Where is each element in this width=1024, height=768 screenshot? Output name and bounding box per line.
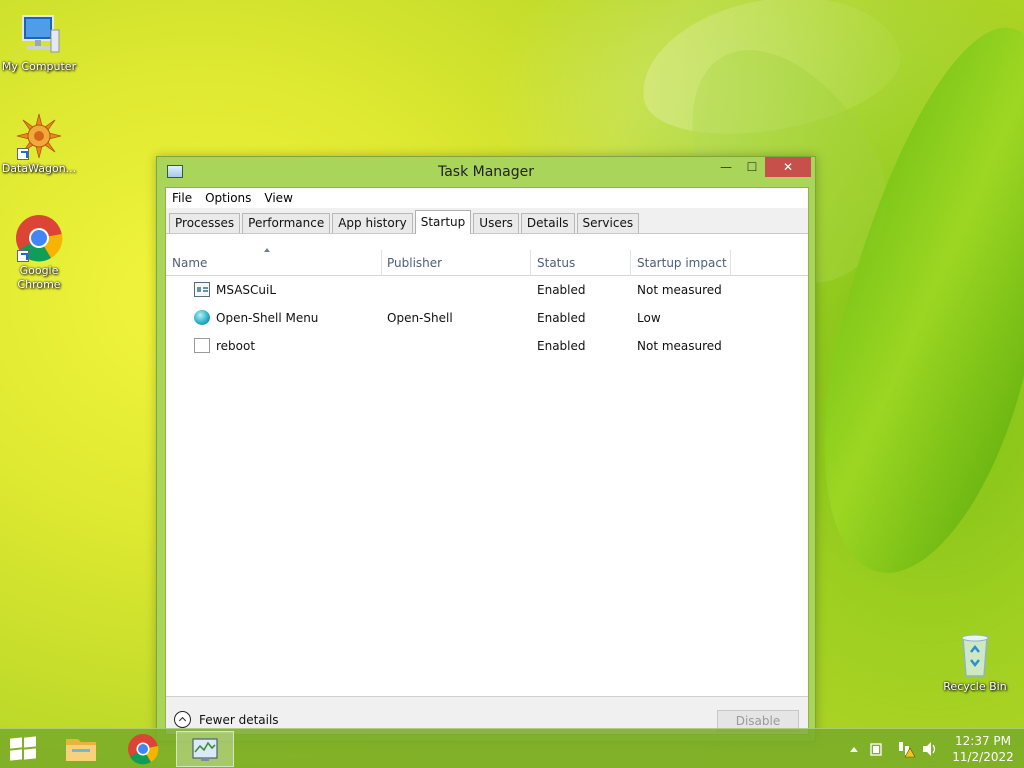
shortcut-arrow-icon xyxy=(17,250,29,262)
computer-icon xyxy=(15,10,63,58)
row-startup-impact: Not measured xyxy=(637,339,722,353)
startup-list: MSASCuiL Enabled Not measured Open-Shell… xyxy=(166,276,808,360)
tab-details[interactable]: Details xyxy=(520,213,575,233)
clock-date: 11/2/2022 xyxy=(952,750,1014,764)
table-header: Name Publisher Status Startup impact xyxy=(166,234,808,276)
network-warning-icon xyxy=(899,742,916,758)
chevron-up-icon xyxy=(850,747,858,752)
action-center-icon xyxy=(870,743,882,756)
recycle-bin-icon xyxy=(951,630,999,678)
desktop-icon-my-computer[interactable]: My Computer xyxy=(0,10,78,74)
tray-volume[interactable] xyxy=(920,729,940,768)
tab-strip: Processes Performance App history Startu… xyxy=(166,208,808,234)
row-name: reboot xyxy=(216,339,256,353)
datawagon-sun-icon xyxy=(15,112,63,160)
task-manager-icon xyxy=(192,738,218,761)
desktop-icon-label: Google Chrome xyxy=(17,264,61,291)
taskbar-chrome[interactable] xyxy=(114,731,172,767)
column-divider[interactable] xyxy=(530,250,531,276)
speaker-icon xyxy=(923,742,936,756)
close-button[interactable]: ✕ xyxy=(765,157,811,177)
desktop-icon-google-chrome[interactable]: Google Chrome xyxy=(0,214,78,292)
column-header-name[interactable]: Name xyxy=(172,256,207,270)
tab-processes[interactable]: Processes xyxy=(169,213,241,233)
column-divider[interactable] xyxy=(730,250,731,276)
maximize-button[interactable]: ☐ xyxy=(739,157,765,177)
chrome-icon xyxy=(15,214,63,262)
row-status: Enabled xyxy=(537,311,586,325)
table-row[interactable]: MSASCuiL Enabled Not measured xyxy=(166,276,808,304)
open-shell-icon xyxy=(194,310,210,325)
window-client-area: File Options View Processes Performance … xyxy=(165,187,809,735)
start-icon[interactable] xyxy=(10,736,38,762)
desktop-icon-label: Recycle Bin xyxy=(943,680,1007,693)
row-startup-impact: Low xyxy=(637,311,661,325)
row-status: Enabled xyxy=(537,283,586,297)
taskbar: 12:37 PM 11/2/2022 xyxy=(0,728,1024,768)
menu-options[interactable]: Options xyxy=(205,191,251,205)
column-divider[interactable] xyxy=(630,250,631,276)
blank-file-icon xyxy=(194,338,210,353)
tab-app-history[interactable]: App history xyxy=(332,213,413,233)
tray-network[interactable] xyxy=(896,729,916,768)
tab-services[interactable]: Services xyxy=(576,213,640,233)
show-hidden-icons[interactable] xyxy=(846,729,862,768)
menu-bar: File Options View xyxy=(166,188,808,208)
task-manager-window: Task Manager — ☐ ✕ File Options View Pro… xyxy=(156,156,816,742)
chrome-icon xyxy=(128,734,159,765)
minimize-button[interactable]: — xyxy=(713,157,739,177)
tab-performance[interactable]: Performance xyxy=(242,213,331,233)
row-status: Enabled xyxy=(537,339,586,353)
table-row[interactable]: reboot Enabled Not measured xyxy=(166,332,808,360)
title-bar[interactable]: Task Manager — ☐ ✕ xyxy=(157,157,815,187)
taskbar-file-explorer[interactable] xyxy=(52,731,110,767)
row-startup-impact: Not measured xyxy=(637,283,722,297)
row-publisher: Open-Shell xyxy=(387,311,453,325)
tab-startup[interactable]: Startup xyxy=(414,210,472,234)
column-header-publisher[interactable]: Publisher xyxy=(387,256,442,270)
shortcut-arrow-icon xyxy=(17,148,29,160)
table-row[interactable]: Open-Shell Menu Open-Shell Enabled Low xyxy=(166,304,808,332)
tab-users[interactable]: Users xyxy=(473,213,519,233)
desktop-icon-recycle-bin[interactable]: Recycle Bin xyxy=(936,630,1014,694)
column-divider[interactable] xyxy=(381,250,382,276)
file-explorer-icon xyxy=(66,739,96,761)
row-name: MSASCuiL xyxy=(216,283,277,297)
row-name: Open-Shell Menu xyxy=(216,311,319,325)
chevron-up-icon[interactable] xyxy=(174,711,191,728)
sort-ascending-icon xyxy=(264,248,270,252)
fewer-details-link[interactable]: Fewer details xyxy=(199,713,279,727)
desktop-icon-label: My Computer xyxy=(1,60,77,73)
desktop-icon-datawagon[interactable]: DataWagon... xyxy=(0,112,78,176)
defender-window-icon xyxy=(194,282,210,297)
column-header-startup-impact[interactable]: Startup impact xyxy=(637,256,727,270)
taskbar-clock[interactable]: 12:37 PM 11/2/2022 xyxy=(948,733,1018,765)
taskbar-task-manager[interactable] xyxy=(176,731,234,767)
clock-time: 12:37 PM xyxy=(955,734,1011,748)
menu-file[interactable]: File xyxy=(172,191,192,205)
menu-view[interactable]: View xyxy=(264,191,292,205)
column-header-status[interactable]: Status xyxy=(537,256,575,270)
tray-action-center[interactable] xyxy=(868,729,884,768)
desktop-icon-label: DataWagon... xyxy=(1,162,77,175)
